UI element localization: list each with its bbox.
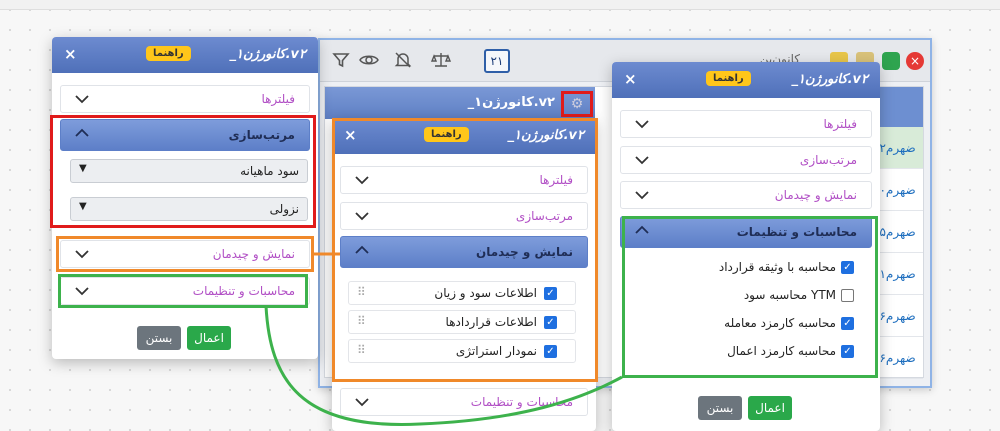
green-connector: [264, 305, 623, 426]
annotation-connectors: [264, 252, 623, 426]
